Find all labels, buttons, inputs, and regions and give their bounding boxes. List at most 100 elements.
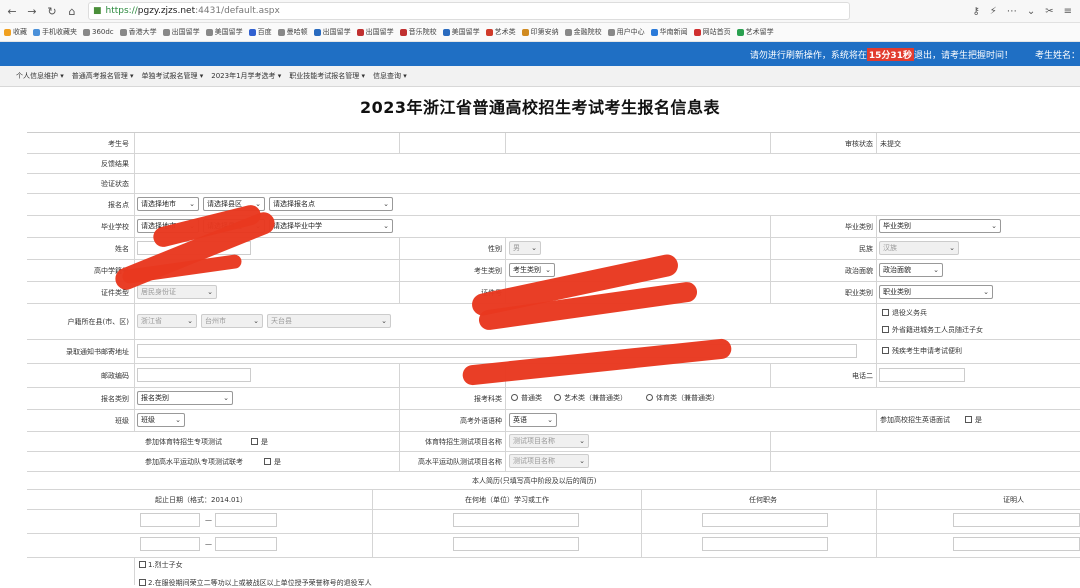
col-witness-header: 证明人 [1003,496,1024,504]
lang-select[interactable]: 英语 ⌄ [509,413,557,427]
menu-single-exam[interactable]: 单独考试报名管理 ▾ [142,71,204,81]
resume-witness-input[interactable] [953,513,1080,527]
exam-type-select[interactable]: 考生类别 ⌄ [509,263,555,277]
menu-jan-exam[interactable]: 2023年1月学考选考 ▾ [211,71,281,81]
notice-before: 请勿进行刷新操作，系统将在 [749,50,867,61]
notice-after: 退出，请考生把握时间！ [913,50,1013,61]
url-path: :4431/default.aspx [195,6,280,16]
bookmark-item[interactable]: 网站首页 [693,27,731,37]
report-city-select[interactable]: 请选择地市 ⌄ [137,197,199,211]
resume-place-input[interactable] [453,537,579,551]
verify-label: 验证状态 [101,180,129,188]
bookmark-item[interactable]: 金融院校 [564,27,602,37]
resume-start-input[interactable] [140,513,200,527]
bookmark-item[interactable]: 出国留学 [356,27,394,37]
migrant-checkbox[interactable] [882,326,889,333]
bookmark-item[interactable]: 音乐院校 [399,27,437,37]
bookmark-item[interactable]: 百度 [248,27,272,37]
hukou-prov-select[interactable]: 浙江省 ⌄ [137,314,197,328]
chevron-down-icon: ⌄ [991,222,997,230]
back-icon[interactable]: ← [4,5,20,18]
col-role-header: 任何职务 [749,496,777,504]
audit-status-label: 审核状态 [845,140,873,148]
team-item-text: 测试项目名称 [513,457,555,465]
bookmark-item[interactable]: 美国留学 [442,27,480,37]
more-icon[interactable]: ⋯ [1007,6,1017,17]
resume-role-input[interactable] [702,537,828,551]
subject-art-radio[interactable] [554,394,561,401]
address-bar[interactable]: ■ https:// pgzy.zjzs.net :4431/default.a… [88,2,850,20]
apply-type-select[interactable]: 报名类别 ⌄ [137,391,233,405]
resume-role-input[interactable] [702,513,828,527]
chevron-down-icon: ⌄ [547,416,553,424]
grad-type-text: 毕业类别 [883,222,911,230]
subject-art-label: 艺术类（兼普通类） [564,394,627,402]
veteran-merit-checkbox[interactable] [139,579,146,586]
resume-end-input[interactable] [215,537,277,551]
refresh-icon[interactable]: ↻ [44,5,60,18]
folder-icon [33,28,40,36]
key-icon[interactable]: ⚷ [972,6,979,17]
id-type-select[interactable]: 居民身份证 ⌄ [137,285,217,299]
resume-end-input[interactable] [215,513,277,527]
chevron-down-icon[interactable]: ⌄ [1027,6,1035,17]
postcode-input[interactable] [137,368,251,382]
sports-item-select[interactable]: 测试项目名称 ⌄ [509,434,589,448]
grad-school-select[interactable]: 请选择毕业中学 ⌄ [269,219,393,233]
subject-label: 报考科类 [474,395,502,403]
bookmark-item[interactable]: 印第安纳 [521,27,559,37]
subject-sports-radio[interactable] [646,394,653,401]
veteran-checkbox[interactable] [882,309,889,316]
hukou-county-select[interactable]: 天台县 ⌄ [267,314,391,328]
bookmark-item[interactable]: 出国留学 [313,27,351,37]
menu-vocational-exam[interactable]: 职业技能考试报名管理 ▾ [289,71,365,81]
menu-icon[interactable]: ≡ [1064,6,1072,17]
gender-select[interactable]: 男 ⌄ [509,241,541,255]
grad-school-label: 毕业学校 [101,223,129,231]
martyr-checkbox[interactable] [139,561,146,568]
resume-place-input[interactable] [453,513,579,527]
bookmark-item[interactable]: 美国留学 [205,27,243,37]
bookmark-item[interactable]: 收藏 [4,27,27,37]
sports-test-label: 参加体育特招生专项测试 [145,438,222,446]
bookmark-item[interactable]: 华南新闻 [650,27,688,37]
gender-label: 性别 [488,245,502,253]
disabled-checkbox[interactable] [882,347,889,354]
menu-general-exam[interactable]: 普通高考报名管理 ▾ [72,71,134,81]
phone2-input[interactable] [879,368,965,382]
team-item-select[interactable]: 测试项目名称 ⌄ [509,454,589,468]
ethnicity-select[interactable]: 汉族 ⌄ [879,241,959,255]
globe-icon [650,28,658,36]
oral-test-checkbox[interactable] [965,416,972,423]
bookmark-item[interactable]: 香港大学 [119,27,157,37]
bookmark-item[interactable]: 曼哈顿 [277,27,308,37]
menu-personal-info[interactable]: 个人信息维护 ▾ [16,71,64,81]
scissors-icon[interactable]: ✂ [1045,6,1053,17]
politics-select[interactable]: 政治面貌 ⌄ [879,263,943,277]
feedback-value [134,153,1080,173]
team-test-checkbox[interactable] [264,458,271,465]
bookmark-item[interactable]: 出国留学 [162,27,200,37]
sports-test-checkbox[interactable] [251,438,258,445]
resume-start-input[interactable] [140,537,200,551]
bolt-icon[interactable]: ⚡ [990,6,997,17]
job-type-select[interactable]: 职业类别 ⌄ [879,285,993,299]
forward-icon[interactable]: → [24,5,40,18]
report-point-select[interactable]: 请选择报名点 ⌄ [269,197,393,211]
subject-general-label: 普通类 [521,394,542,402]
chevron-down-icon: ⌄ [383,200,389,208]
bookmark-item[interactable]: 艺术类 [485,27,516,37]
mail-addr-input[interactable] [137,344,857,358]
bookmark-item[interactable]: 艺术留学 [736,27,774,37]
menu-info-query[interactable]: 信息查询 ▾ [373,71,407,81]
resume-witness-input[interactable] [953,537,1080,551]
bookmark-item[interactable]: 用户中心 [607,27,645,37]
class-select[interactable]: 班级 ⌄ [137,413,185,427]
grad-type-select[interactable]: 毕业类别 ⌄ [879,219,1001,233]
hukou-city-select[interactable]: 台州市 ⌄ [201,314,263,328]
bookmark-item[interactable]: 手机收藏夹 [33,27,77,37]
subject-general-radio[interactable] [511,394,518,401]
home-icon[interactable]: ⌂ [64,5,80,18]
bookmark-item[interactable]: 360dc [83,28,114,36]
exam-no-label: 考生号 [108,140,129,148]
